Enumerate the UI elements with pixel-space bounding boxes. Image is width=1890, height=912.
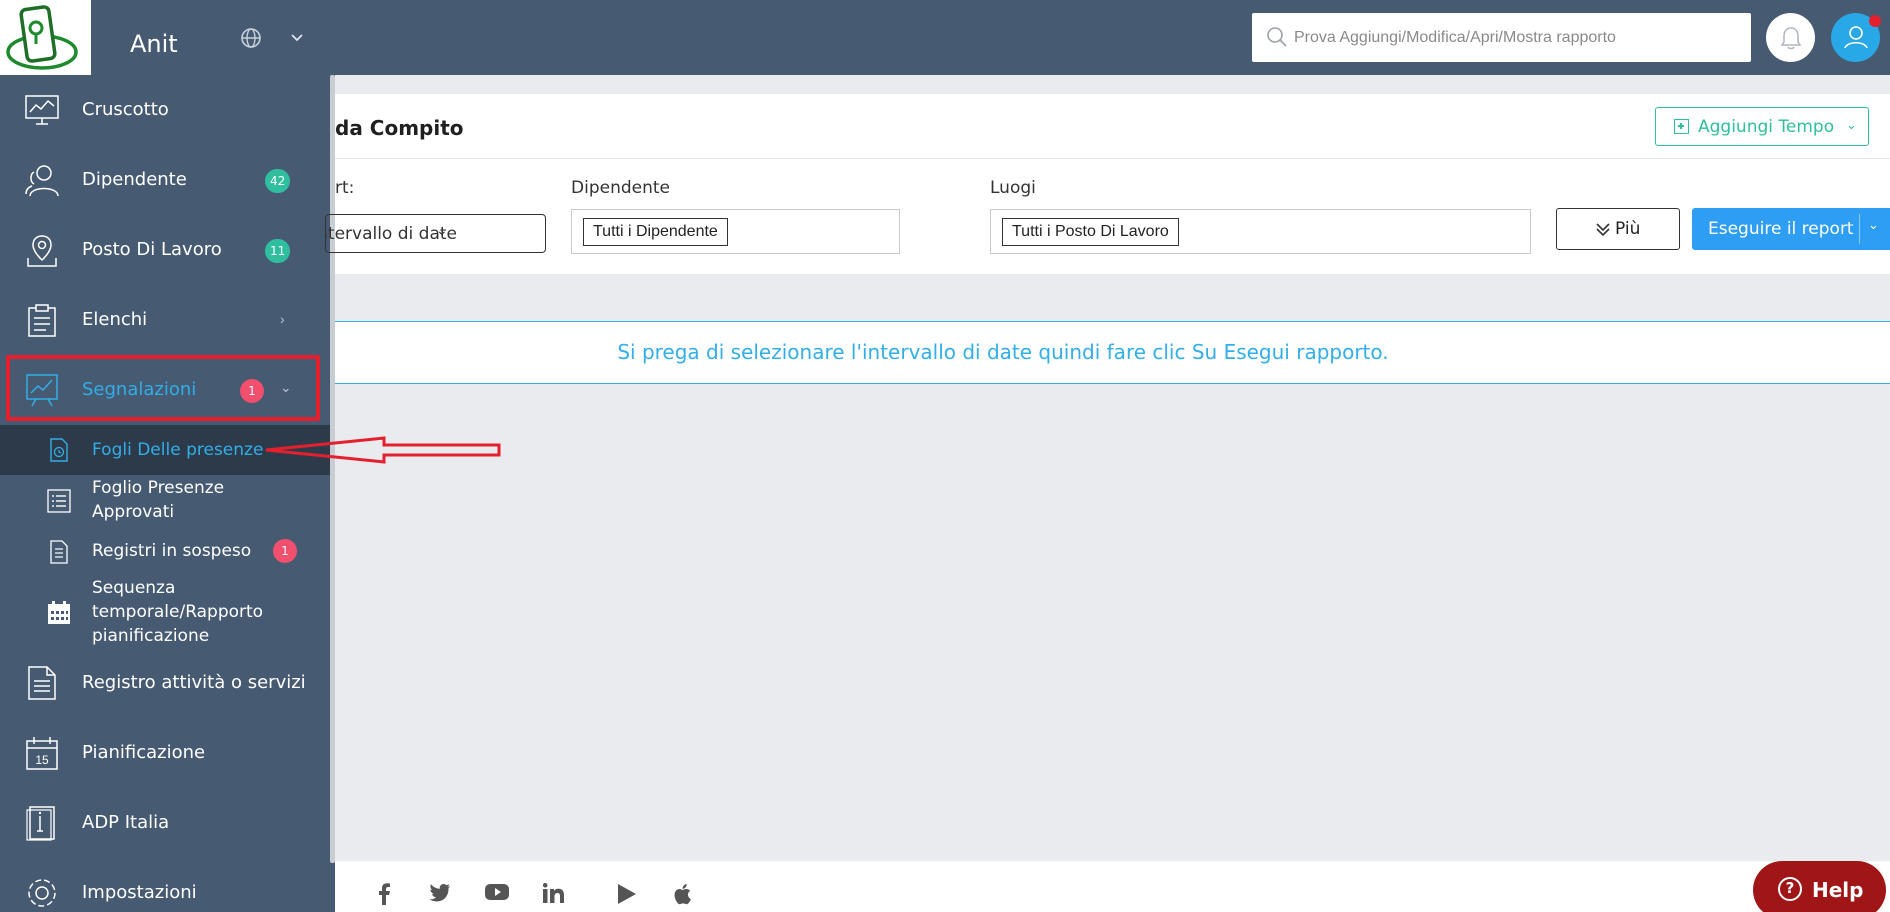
calendar-grid-icon (46, 600, 72, 626)
user-icon (1844, 26, 1868, 49)
chevron-down-icon[interactable]: ⌄ (1868, 218, 1879, 233)
employee-chip[interactable]: Tutti i Dipendente (583, 218, 728, 246)
report-filter-card: da Compito Aggiungi Tempo ⌄ rt: Interval… (325, 94, 1890, 274)
plus-square-icon (1674, 119, 1689, 134)
pending-doc-icon (46, 539, 72, 565)
sidebar-item-label: ADP Italia (82, 812, 170, 833)
divider (335, 158, 1890, 159)
app-name: Anit (130, 30, 178, 58)
search-icon (1267, 27, 1287, 47)
report-chart-icon (24, 372, 60, 408)
gear-icon (24, 875, 60, 911)
employee-multiselect[interactable]: Tutti i Dipendente (571, 209, 900, 254)
more-label: Più (1615, 219, 1641, 239)
chevron-down-icon: ⌄ (280, 379, 292, 395)
chevron-right-icon: › (280, 311, 285, 327)
page-title: da Compito (335, 116, 464, 140)
sidebar-item-elenchi[interactable]: Elenchi › (0, 285, 330, 355)
sidebar-item-label: Dipendente (82, 169, 187, 190)
map-pin-icon (24, 232, 60, 268)
double-chevron-down-icon (1596, 223, 1610, 237)
subitem-label-line1: Sequenza (92, 578, 176, 598)
pending-badge: 1 (273, 539, 297, 563)
subitem-label-line3: pianificazione (92, 626, 210, 646)
subitem-label-line2: temporale/Rapporto (92, 602, 264, 622)
subitem-sequenza-temporale[interactable]: Sequenza temporale/Rapporto pianificazio… (0, 576, 330, 648)
sidebar-item-label: Pianificazione (82, 742, 206, 763)
sidebar-item-registro-attivita[interactable]: Registro attività o servizi (0, 648, 330, 718)
add-time-button[interactable]: Aggiungi Tempo ⌄ (1655, 107, 1869, 146)
top-bar: Anit (0, 0, 1890, 75)
sidebar-item-label: Segnalazioni (82, 379, 197, 400)
chevron-down-icon: ⌄ (436, 223, 448, 239)
sidebar-item-posto-di-lavoro[interactable]: Posto Di Lavoro 11 (0, 215, 330, 285)
subitem-foglio-presenze-approvati[interactable]: Foglio Presenze Approvati (0, 476, 330, 526)
subitem-registri-in-sospeso[interactable]: Registri in sospeso 1 (0, 534, 330, 570)
notification-dot (1869, 15, 1881, 27)
search-input[interactable] (1294, 13, 1744, 62)
reports-badge: 1 (240, 379, 264, 403)
sidebar-item-label: Cruscotto (82, 99, 169, 120)
sidebar-item-impostazioni[interactable]: Impostazioni (0, 858, 330, 912)
facebook-icon[interactable] (377, 883, 391, 905)
subitem-label: Registri in sospeso (92, 541, 252, 561)
run-report-button[interactable]: Eseguire il report ⌄ (1692, 208, 1890, 250)
sidebar-item-segnalazioni[interactable]: Segnalazioni 1 ⌄ (6, 355, 320, 421)
annotation-arrow-icon (265, 436, 501, 464)
add-time-label: Aggiungi Tempo (1698, 117, 1835, 137)
play-store-icon[interactable] (617, 883, 637, 905)
timesheet-icon (46, 437, 72, 463)
help-button[interactable]: ? Help (1753, 861, 1886, 912)
run-report-label: Eseguire il report (1708, 219, 1854, 239)
list-icon (46, 488, 72, 514)
employee-label: Dipendente (571, 178, 670, 198)
subitem-label: Fogli Delle presenze (92, 440, 264, 460)
info-notice: Si prega di selezionare l'intervallo di … (335, 321, 1890, 384)
sidebar-item-cruscotto[interactable]: Cruscotto (0, 75, 330, 145)
svg-text:15: 15 (35, 753, 49, 767)
chevron-down-icon: ⌄ (1846, 118, 1857, 133)
app-logo[interactable] (0, 0, 91, 75)
linkedin-icon[interactable] (543, 883, 565, 903)
bell-icon (1780, 27, 1802, 50)
subitem-label-line2: Approvati (92, 502, 175, 522)
notifications-button[interactable] (1766, 13, 1815, 62)
footer (335, 861, 1890, 912)
date-range-select[interactable]: Intervallo di date ⌄ (325, 214, 546, 253)
adp-book-icon (24, 805, 60, 841)
dashboard-monitor-icon (24, 92, 60, 128)
document-icon (24, 665, 60, 701)
locations-label: Luogi (990, 178, 1036, 198)
help-label: Help (1812, 878, 1864, 902)
youtube-icon[interactable] (485, 883, 509, 901)
employee-count-badge: 42 (265, 169, 291, 193)
twitter-icon[interactable] (429, 883, 451, 903)
question-icon: ? (1778, 877, 1802, 901)
apple-icon[interactable] (673, 883, 693, 905)
report-label: rt: (335, 178, 355, 198)
sidebar-item-label: Impostazioni (82, 882, 197, 903)
sidebar-item-dipendente[interactable]: Dipendente 42 (0, 145, 330, 215)
globe-icon[interactable] (240, 27, 262, 54)
clipboard-list-icon (24, 302, 60, 338)
more-filters-button[interactable]: Più (1556, 208, 1680, 250)
calendar-icon: 15 (24, 735, 60, 771)
location-count-badge: 11 (265, 239, 291, 263)
search-box (1252, 13, 1751, 62)
sidebar-item-label: Registro attività o servizi (82, 672, 306, 693)
sidebar-item-label: Elenchi (82, 309, 148, 330)
sidebar-item-label: Posto Di Lavoro (82, 239, 222, 260)
chevron-down-icon[interactable] (290, 30, 304, 49)
subitem-label-line1: Foglio Presenze (92, 478, 225, 498)
button-divider (1859, 214, 1860, 244)
sidebar-item-adp-italia[interactable]: ADP Italia (0, 788, 330, 858)
users-icon (24, 162, 60, 198)
locations-multiselect[interactable]: Tutti i Posto Di Lavoro (990, 209, 1531, 254)
sidebar-item-pianificazione[interactable]: 15 Pianificazione (0, 718, 330, 788)
notice-text: Si prega di selezionare l'intervallo di … (617, 340, 1389, 364)
locations-chip[interactable]: Tutti i Posto Di Lavoro (1002, 218, 1179, 246)
